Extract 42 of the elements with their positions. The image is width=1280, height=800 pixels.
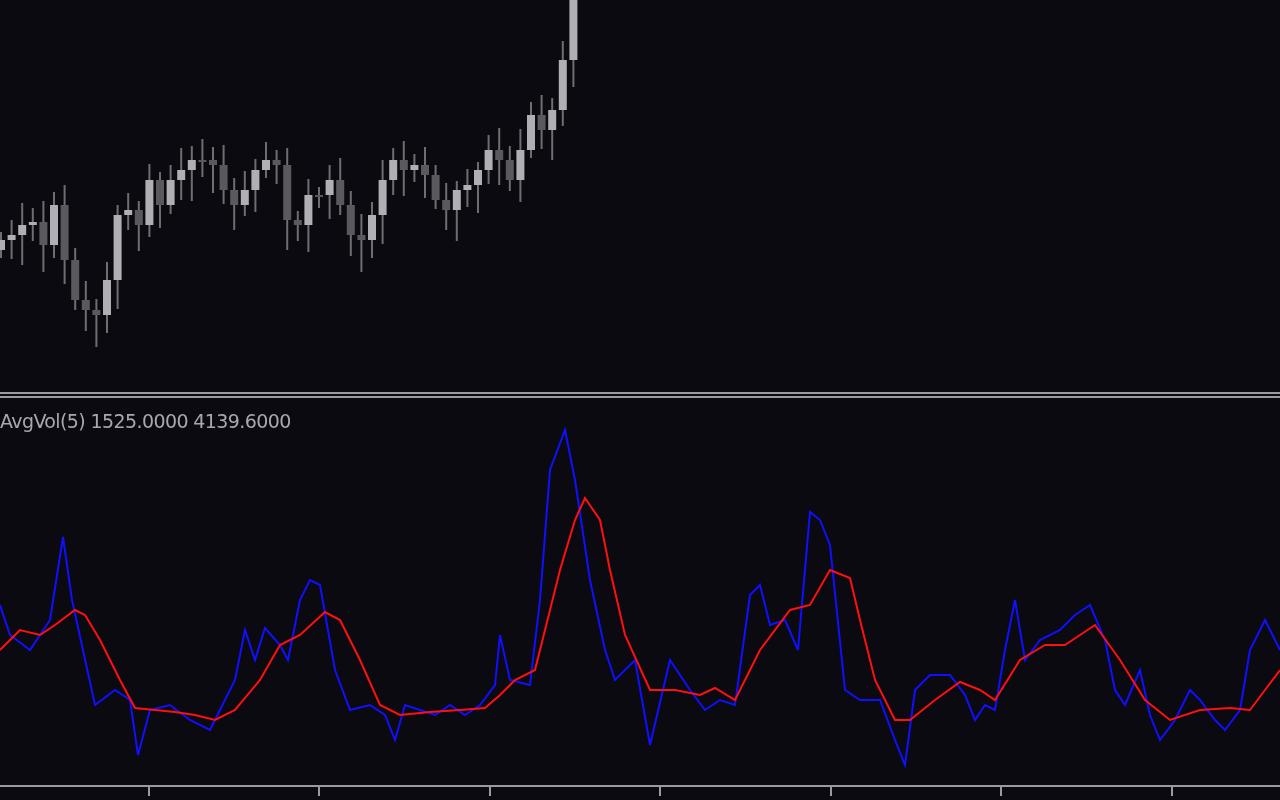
candlestick [463, 168, 472, 208]
candlestick [7, 219, 16, 260]
indicator-label: AvgVol(5) 1525.0000 4139.6000 [0, 410, 291, 432]
candlestick [505, 145, 514, 192]
candlestick [325, 164, 334, 220]
candlestick [219, 144, 228, 205]
candlestick [410, 153, 419, 183]
candlestick [81, 280, 90, 332]
candlestick [92, 298, 101, 348]
candlestick [230, 177, 239, 231]
candlestick [156, 171, 164, 229]
candlestick [198, 138, 207, 178]
candlestick [177, 147, 186, 201]
candlestick [368, 201, 376, 259]
candlestick [537, 94, 546, 150]
candlestick [315, 186, 323, 209]
candlestick [527, 101, 535, 159]
candlestick [399, 140, 408, 197]
candlestick [71, 247, 80, 311]
candlestick [124, 192, 133, 231]
candlestick [474, 161, 482, 214]
candlestick [495, 127, 504, 186]
candlestick [431, 164, 440, 210]
candlestick [240, 170, 249, 217]
candlestick [272, 149, 281, 185]
candlestick [421, 146, 429, 199]
candlestick [346, 190, 355, 257]
candlestick [484, 134, 493, 185]
candlestick [548, 97, 557, 161]
candlestick [251, 158, 260, 213]
candlestick [187, 145, 196, 202]
candlestick [442, 182, 451, 231]
candlestick [0, 231, 5, 259]
candlestick [262, 141, 270, 179]
candlestick [134, 200, 143, 252]
candlestick [209, 146, 217, 194]
candlestick [389, 147, 398, 196]
candlestick [336, 157, 345, 216]
candlestick [452, 180, 461, 242]
candlestick [50, 191, 58, 259]
candlestick [166, 164, 175, 215]
candlestick [357, 213, 366, 273]
